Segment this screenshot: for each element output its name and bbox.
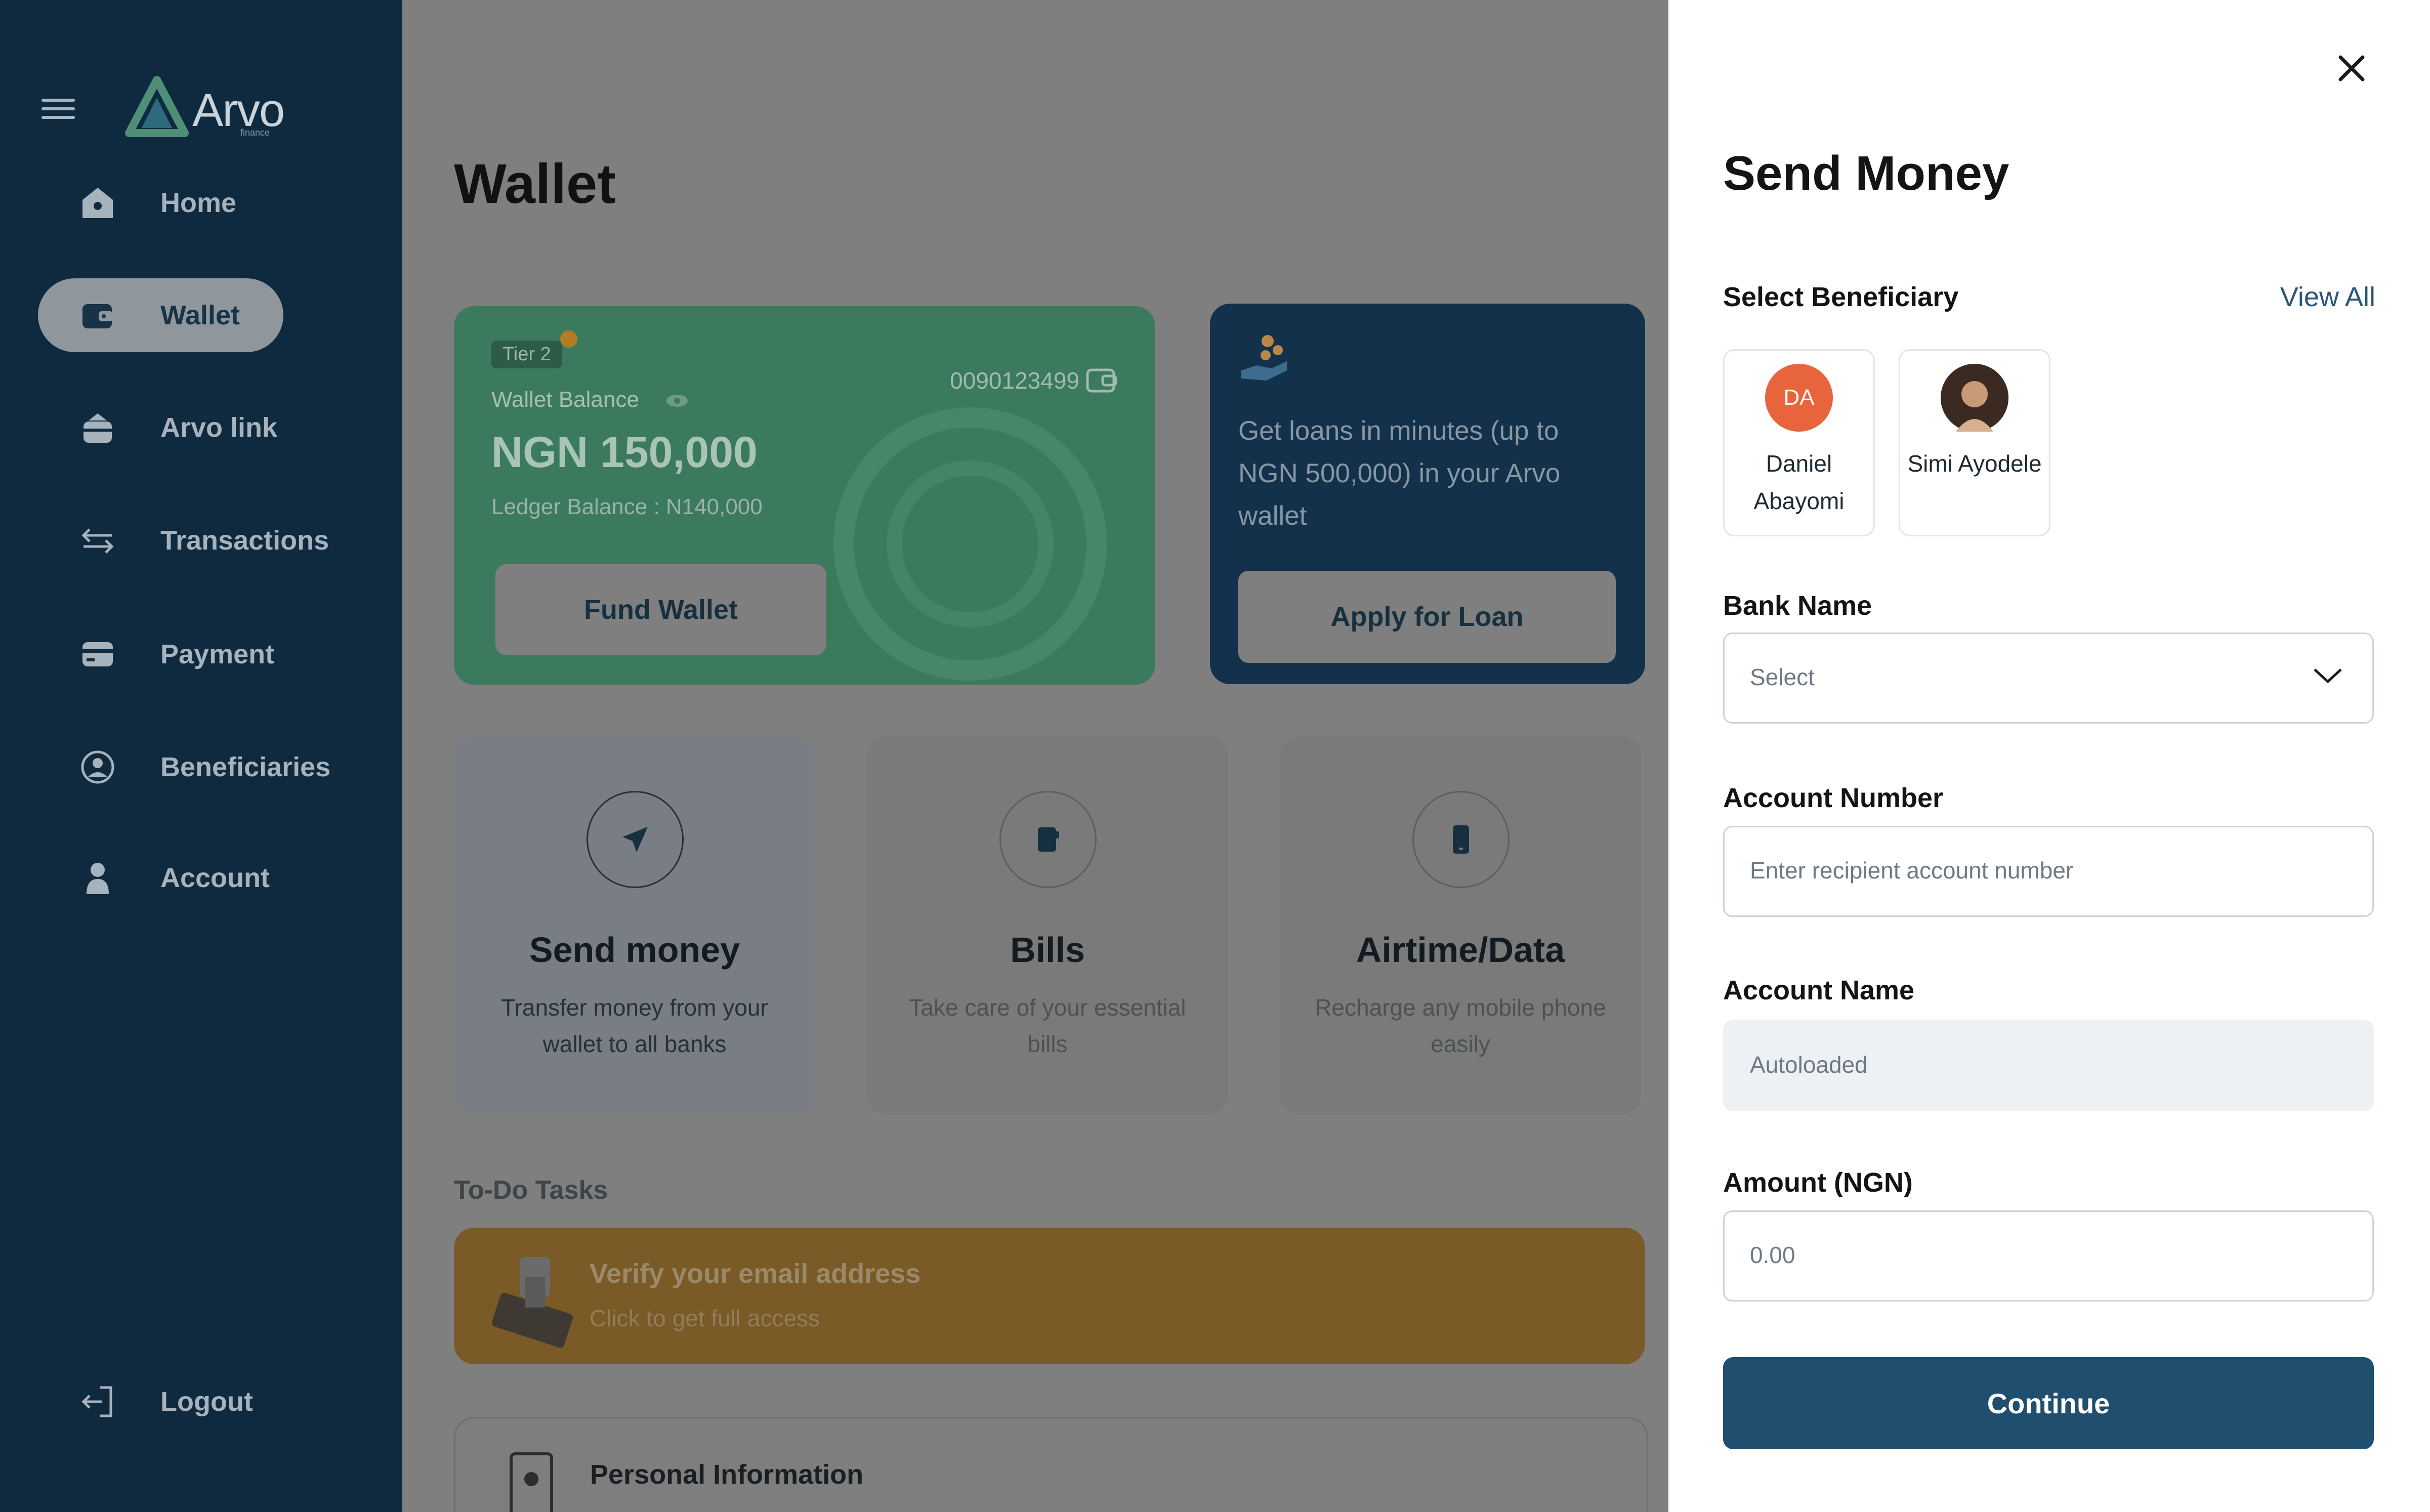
email-illustration-icon xyxy=(491,1257,573,1348)
action-title: Airtime/Data xyxy=(1356,930,1565,970)
main-content: Wallet Tier 2 Wallet Balance 0090123499 … xyxy=(402,0,1668,1512)
todo-verify-email[interactable]: Verify your email address Click to get f… xyxy=(454,1228,1645,1364)
beneficiary-name: Daniel Abayomi xyxy=(1753,450,1845,514)
eye-icon[interactable] xyxy=(665,393,689,408)
personal-information-card[interactable]: Personal Information xyxy=(454,1417,1648,1512)
apply-loan-button[interactable]: Apply for Loan xyxy=(1238,571,1616,663)
sidebar-item-wallet[interactable]: Wallet xyxy=(38,278,283,352)
page-title: Wallet xyxy=(454,153,616,215)
logout-label: Logout xyxy=(160,1387,253,1417)
tier-verified-icon xyxy=(560,330,577,348)
loan-description: Get loans in minutes (up to NGN 500,000)… xyxy=(1238,416,1561,531)
sidebar-item-label: Arvo link xyxy=(160,412,278,443)
bank-name-value: Select xyxy=(1750,664,1815,690)
wallet-balance-label: Wallet Balance xyxy=(491,387,689,412)
account-number-field[interactable]: Enter recipient account number xyxy=(1723,826,2374,917)
account-number-placeholder: Enter recipient account number xyxy=(1750,857,2074,884)
action-description: Recharge any mobile phone easily xyxy=(1315,994,1606,1057)
logo: Arvo finance xyxy=(124,75,296,141)
ledger-balance: Ledger Balance : N140,000 xyxy=(491,494,763,519)
logo-mark-icon xyxy=(125,76,189,137)
action-title: Send money xyxy=(529,930,740,970)
app-window: Arvo finance Home Wallet Arvo link Trans… xyxy=(0,0,2430,1512)
sidebar-item-home[interactable]: Home xyxy=(38,166,283,240)
wallet-card: Tier 2 Wallet Balance 0090123499 NGN 150… xyxy=(454,306,1155,685)
panel-title: Send Money xyxy=(1723,146,2009,200)
avatar xyxy=(1941,364,2008,432)
payment-icon xyxy=(79,636,116,673)
continue-button[interactable]: Continue xyxy=(1723,1357,2374,1449)
amount-label: Amount (NGN) xyxy=(1723,1167,1913,1198)
wallet-icon xyxy=(79,297,116,333)
action-description: Take care of your essential bills xyxy=(909,994,1186,1057)
todo-label: To-Do Tasks xyxy=(454,1175,608,1205)
select-beneficiary-label: Select Beneficiary xyxy=(1723,282,1959,312)
chevron-down-icon xyxy=(2314,668,2342,684)
sidebar-item-label: Payment xyxy=(160,639,275,669)
todo-subtitle: Click to get full access xyxy=(590,1305,820,1331)
beneficiary-card[interactable]: DA Daniel Abayomi xyxy=(1723,349,1875,536)
bank-name-label: Bank Name xyxy=(1723,591,1872,621)
send-money-card[interactable]: Send money Transfer money from your wall… xyxy=(454,736,815,1115)
tier-badge: Tier 2 xyxy=(491,341,562,368)
brand-name: Arvo xyxy=(192,85,285,136)
close-button[interactable] xyxy=(2334,51,2369,86)
logout-button[interactable]: Logout xyxy=(38,1365,283,1439)
view-all-link[interactable]: View All xyxy=(2280,281,2375,313)
sidebar-item-label: Home xyxy=(160,188,237,218)
avatar-photo-icon xyxy=(1941,364,2008,432)
avatar: DA xyxy=(1765,364,1833,432)
sidebar: Arvo finance Home Wallet Arvo link Trans… xyxy=(0,0,402,1512)
personal-title: Personal Information xyxy=(590,1459,864,1490)
wallet-balance: NGN 150,000 xyxy=(491,428,758,477)
account-name-value: Autoloaded xyxy=(1750,1052,1868,1078)
action-description: Transfer money from your wallet to all b… xyxy=(501,994,768,1057)
sidebar-item-label: Transactions xyxy=(160,525,329,556)
bank-name-select[interactable]: Select xyxy=(1723,633,2374,724)
send-icon xyxy=(586,791,684,888)
sidebar-item-beneficiaries[interactable]: Beneficiaries xyxy=(38,730,330,804)
beneficiary-card[interactable]: Simi Ayodele xyxy=(1899,349,2050,536)
account-name-field: Autoloaded xyxy=(1723,1020,2374,1111)
document-icon xyxy=(510,1452,553,1512)
amount-field[interactable]: 0.00 xyxy=(1723,1210,2374,1301)
amount-placeholder: 0.00 xyxy=(1750,1242,1795,1268)
send-money-panel: Send Money Select Beneficiary View All D… xyxy=(1668,0,2430,1512)
brand-tagline: finance xyxy=(240,128,270,138)
swirl-decoration xyxy=(833,407,1107,681)
sidebar-item-arvo-link[interactable]: Arvo link xyxy=(38,391,283,465)
sidebar-item-payment[interactable]: Payment xyxy=(38,617,283,691)
airtime-data-card[interactable]: Airtime/Data Recharge any mobile phone e… xyxy=(1280,736,1641,1115)
home-icon xyxy=(79,185,116,221)
bills-card[interactable]: Bills Take care of your essential bills xyxy=(867,736,1228,1115)
sidebar-item-label: Wallet xyxy=(160,300,240,330)
fund-wallet-button[interactable]: Fund Wallet xyxy=(495,564,826,655)
phone-icon xyxy=(1412,791,1510,888)
action-title: Bills xyxy=(1010,930,1085,970)
loan-card: Get loans in minutes (up to NGN 500,000)… xyxy=(1210,304,1645,684)
account-icon xyxy=(79,860,116,896)
todo-title: Verify your email address xyxy=(590,1258,921,1289)
beneficiary-name: Simi Ayodele xyxy=(1907,450,2042,477)
loan-hand-icon xyxy=(1241,335,1287,381)
beneficiaries-icon xyxy=(79,749,116,785)
account-number-label: Account Number xyxy=(1723,783,1944,813)
bills-icon xyxy=(999,791,1097,888)
logout-icon xyxy=(79,1383,116,1420)
account-number: 0090123499 xyxy=(950,367,1079,394)
sidebar-item-account[interactable]: Account xyxy=(38,841,283,915)
menu-icon[interactable] xyxy=(41,99,75,119)
sidebar-item-label: Beneficiaries xyxy=(160,752,331,782)
copy-wallet-icon[interactable] xyxy=(1085,366,1118,394)
account-name-label: Account Name xyxy=(1723,975,1915,1005)
close-icon xyxy=(2338,55,2365,81)
sidebar-item-transactions[interactable]: Transactions xyxy=(38,503,329,577)
arvo-link-icon xyxy=(79,409,116,446)
sidebar-item-label: Account xyxy=(160,863,270,893)
transactions-icon xyxy=(79,522,116,559)
